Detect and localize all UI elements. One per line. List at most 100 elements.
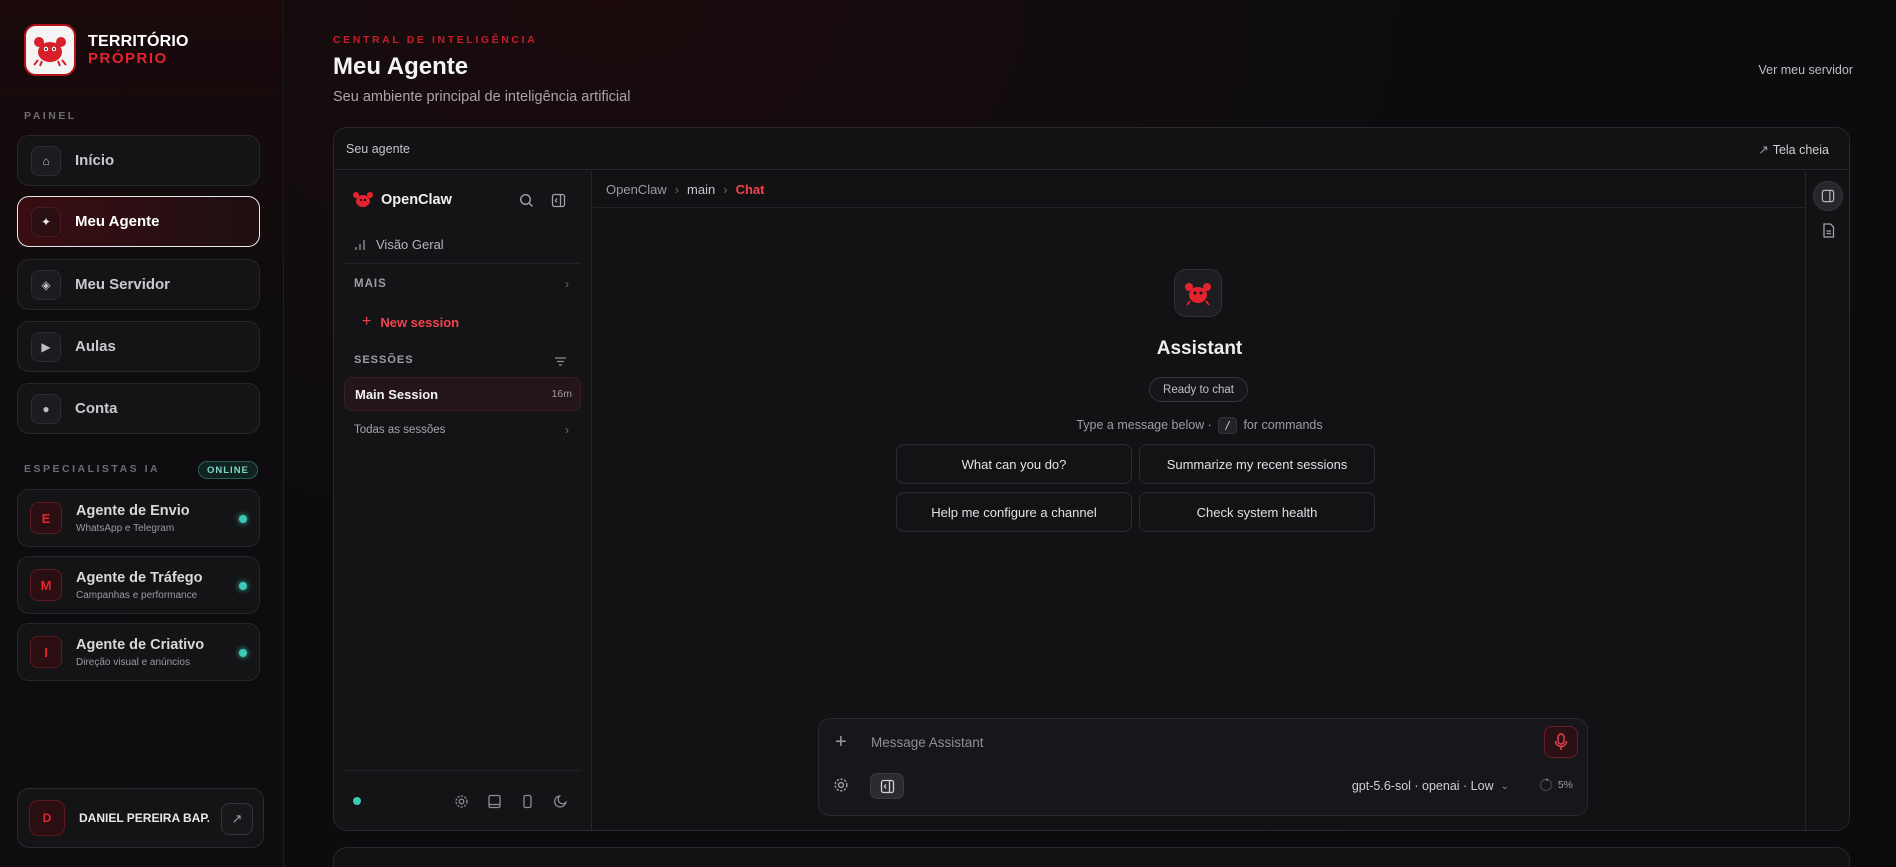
gear-icon[interactable]	[452, 792, 470, 810]
model-select[interactable]: gpt-5.6-sol · openai · Low ⌄	[1352, 779, 1509, 793]
agent-panel: Seu agente ↗ Tela cheia OpenClaw Visão G…	[333, 127, 1850, 831]
agent-name: Agente de Envio	[76, 502, 190, 519]
crab-logo-icon	[33, 37, 67, 67]
message-input[interactable]	[871, 732, 1471, 752]
nav-item-conta[interactable]: ● Conta	[17, 383, 260, 434]
app-sidebar-footer	[344, 770, 581, 830]
page-eyebrow: CENTRAL DE INTELIGÊNCIA	[333, 34, 538, 46]
online-status-dot	[239, 582, 247, 590]
new-session-button[interactable]: + New session	[362, 313, 459, 331]
session-time: 16m	[551, 388, 572, 400]
microphone-icon[interactable]	[1544, 726, 1578, 758]
brand-name: TERRITÓRIO	[88, 33, 189, 50]
user-name: DANIEL PEREIRA BAP...	[79, 811, 209, 825]
progress-ring-icon	[1539, 778, 1553, 792]
agent-initial: E	[30, 502, 62, 534]
toggle-panel-icon[interactable]	[870, 773, 904, 799]
panel-title: Seu agente	[346, 142, 410, 156]
nav-label: Início	[75, 152, 115, 169]
attach-plus-icon[interactable]: +	[835, 731, 847, 754]
server-icon: ◈	[31, 269, 61, 300]
nav-label: Conta	[75, 400, 118, 417]
sidebar: TERRITÓRIO PRÓPRIO PAINEL ⌂ Início ✦ Meu…	[0, 0, 284, 867]
nav-overview[interactable]: Visão Geral	[354, 237, 444, 252]
online-status-dot	[239, 649, 247, 657]
crab-icon	[1185, 283, 1211, 306]
app-sidebar: OpenClaw Visão Geral MAIS › + New sessio…	[334, 171, 592, 830]
nav-item-aulas[interactable]: ▶ Aulas	[17, 321, 260, 372]
section-label-especialistas: ESPECIALISTAS IA	[24, 463, 161, 475]
plus-icon: +	[362, 313, 372, 330]
connection-status-dot	[353, 797, 361, 805]
external-link-icon[interactable]: ↗	[221, 803, 253, 835]
page-subtitle: Seu ambiente principal de inteligência a…	[333, 89, 631, 105]
context-usage-value: 5%	[1557, 779, 1573, 791]
filter-icon[interactable]	[554, 354, 567, 372]
mobile-icon[interactable]	[518, 792, 536, 810]
secondary-panel	[333, 847, 1850, 867]
chevron-right-icon[interactable]: ›	[565, 277, 569, 291]
nav-item-meu-servidor[interactable]: ◈ Meu Servidor	[17, 259, 260, 310]
agent-initial: I	[30, 636, 62, 668]
gear-icon[interactable]	[833, 777, 849, 798]
status-badge: Ready to chat	[1149, 377, 1248, 402]
agent-card-criativo[interactable]: I Agente de Criativo Direção visual e an…	[17, 623, 260, 681]
account-icon: ●	[31, 393, 61, 424]
nav-label: Aulas	[75, 338, 116, 355]
command-hint: Type a message below · / for commands	[593, 417, 1806, 434]
agent-desc: WhatsApp e Telegram	[76, 522, 175, 534]
agent-card-envio[interactable]: E Agente de Envio WhatsApp e Telegram	[17, 489, 260, 547]
breadcrumb-item[interactable]: OpenClaw	[606, 182, 667, 197]
brand-logo	[24, 24, 76, 76]
collapse-sidebar-icon[interactable]	[549, 191, 567, 209]
suggestion-button[interactable]: Help me configure a channel	[896, 492, 1132, 532]
fullscreen-label: Tela cheia	[1772, 143, 1829, 157]
agent-name: Agente de Tráfego	[76, 569, 203, 586]
session-label: Main Session	[355, 387, 439, 402]
brand[interactable]: TERRITÓRIO PRÓPRIO	[24, 24, 189, 76]
agent-desc: Campanhas e performance	[76, 589, 198, 601]
section-label-painel: PAINEL	[24, 110, 77, 122]
hint-text: for commands	[1243, 418, 1323, 432]
expand-icon: ↗	[1758, 143, 1769, 157]
right-rail	[1805, 171, 1849, 830]
play-icon: ▶	[31, 331, 61, 362]
search-icon[interactable]	[517, 191, 535, 209]
moon-icon[interactable]	[551, 792, 569, 810]
nav-label: Meu Servidor	[75, 276, 171, 293]
nav-label: Meu Agente	[75, 213, 160, 230]
suggestion-button[interactable]: Check system health	[1139, 492, 1375, 532]
breadcrumb-item[interactable]: main	[687, 182, 715, 197]
view-server-link[interactable]: Ver meu servidor	[1759, 63, 1853, 77]
agent-name: Agente de Criativo	[76, 636, 205, 653]
bar-chart-icon	[355, 240, 365, 250]
breadcrumb-separator: ›	[674, 181, 680, 197]
chat-area: OpenClaw › main › Chat Assistant Ready t…	[593, 171, 1805, 830]
fullscreen-button[interactable]: ↗ Tela cheia	[1758, 142, 1829, 157]
assistant-name: Assistant	[1156, 338, 1243, 359]
document-icon[interactable]	[1813, 215, 1843, 245]
breadcrumb-current: Chat	[735, 181, 765, 197]
agent-card-trafego[interactable]: M Agente de Tráfego Campanhas e performa…	[17, 556, 260, 614]
hint-text: Type a message below ·	[1076, 418, 1212, 432]
suggestion-button[interactable]: Summarize my recent sessions	[1139, 444, 1375, 484]
chevron-right-icon[interactable]: ›	[565, 423, 569, 437]
sidebar-panel-icon[interactable]	[1813, 181, 1843, 211]
divider	[344, 263, 581, 264]
panel-header: Seu agente ↗ Tela cheia	[334, 128, 1849, 170]
openclaw-brand[interactable]: OpenClaw	[352, 190, 452, 210]
brand-subname: PRÓPRIO	[88, 50, 168, 67]
message-composer: + gpt-5.6-sol · openai · Low ⌄ 5%	[818, 718, 1588, 816]
nav-item-meu-agente[interactable]: ✦ Meu Agente	[17, 196, 260, 247]
breadcrumb: OpenClaw › main › Chat	[593, 171, 1805, 208]
all-sessions-link[interactable]: Todas as sessões	[354, 424, 445, 436]
user-card[interactable]: D DANIEL PEREIRA BAP... ↗	[17, 788, 264, 848]
new-session-label: New session	[380, 314, 460, 330]
nav-item-inicio[interactable]: ⌂ Início	[17, 135, 260, 186]
model-label: gpt-5.6-sol · openai · Low	[1351, 779, 1494, 793]
section-mais[interactable]: MAIS	[354, 278, 387, 290]
session-item-main[interactable]: Main Session 16m	[344, 377, 581, 411]
book-icon[interactable]	[485, 792, 503, 810]
suggestion-button[interactable]: What can you do?	[896, 444, 1132, 484]
agent-desc: Direção visual e anúncios	[76, 656, 190, 668]
